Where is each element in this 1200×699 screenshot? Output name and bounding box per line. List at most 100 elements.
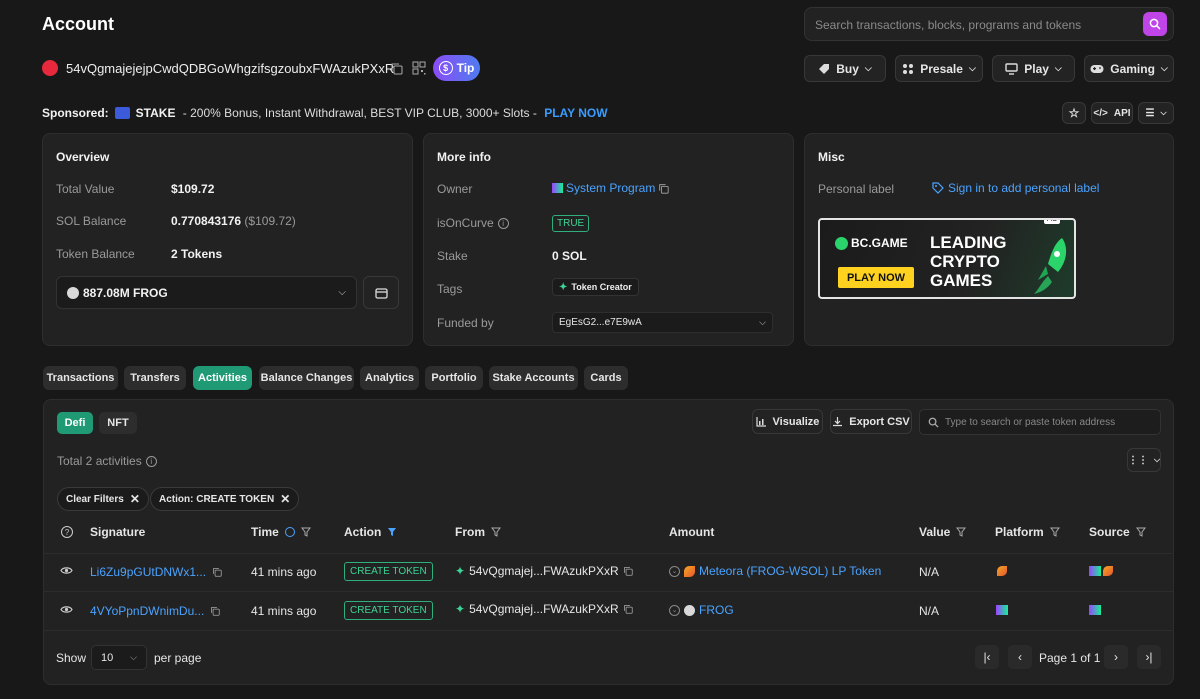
filter-icon[interactable] — [300, 527, 311, 537]
oncurve-chip: TRUE — [552, 215, 590, 232]
filter-icon[interactable] — [1135, 527, 1146, 537]
total-value-label: Total Value — [56, 182, 115, 196]
favorite-button[interactable]: ☆ — [1062, 102, 1086, 124]
more-info-title: More info — [437, 150, 491, 164]
copy-icon[interactable] — [210, 606, 220, 616]
bcgame-brand: BC.GAME — [851, 236, 908, 250]
copy-icon[interactable] — [212, 567, 222, 577]
buy-menu-button[interactable]: Buy ⌵ — [804, 55, 886, 82]
search-bar[interactable]: Search transactions, blocks, programs an… — [804, 7, 1174, 41]
stake-label: Stake — [437, 249, 468, 263]
action-filter-chip[interactable]: Action: CREATE TOKEN ✕ — [150, 487, 300, 511]
gaming-label: Gaming — [1110, 61, 1155, 76]
clear-filters-chip[interactable]: Clear Filters ✕ — [57, 487, 149, 511]
presale-menu-button[interactable]: Presale ⌵ — [895, 55, 983, 82]
from-address[interactable]: 54vQgmajej...FWAzukPXxR — [469, 564, 619, 578]
oncurve-label: isOnCurve i — [437, 216, 509, 230]
chevron-down-icon: ⌵ — [338, 287, 346, 298]
close-icon[interactable]: ✕ — [280, 492, 290, 506]
tab-activities[interactable]: Activities — [193, 366, 252, 390]
last-page-button[interactable]: ›| — [1137, 645, 1161, 669]
oncurve-label-text: isOnCurve — [437, 216, 494, 230]
copy-icon[interactable] — [390, 62, 403, 75]
filter-icon[interactable] — [491, 527, 501, 537]
tip-button[interactable]: $ Tip — [433, 55, 480, 81]
tab-stake-accounts[interactable]: Stake Accounts — [489, 366, 578, 390]
from-address[interactable]: 54vQgmajej...FWAzukPXxR — [469, 602, 619, 616]
funded-by-select[interactable]: EgEsG2...e7E9wA ⌵ — [552, 312, 773, 333]
star-icon: ☆ — [1068, 106, 1080, 120]
tab-portfolio[interactable]: Portfolio — [425, 366, 483, 390]
api-button[interactable]: </> API — [1091, 102, 1133, 124]
eye-icon[interactable] — [60, 566, 73, 575]
presale-label: Presale — [920, 61, 963, 76]
amount-token-link[interactable]: Meteora (FROG-WSOL) LP Token — [699, 564, 881, 578]
chevron-right-icon: › — [1114, 650, 1118, 664]
col-from-label: From — [455, 525, 485, 539]
frog-token-icon — [684, 604, 695, 616]
chevron-left-icon: ‹ — [1018, 650, 1022, 664]
tab-transfers[interactable]: Transfers — [124, 366, 186, 390]
oncurve-badge: TRUE — [552, 215, 590, 232]
export-csv-button[interactable]: Export CSV — [830, 409, 912, 434]
tag-icon — [819, 63, 830, 74]
search-button[interactable] — [1143, 12, 1167, 36]
token-creator-tag[interactable]: ✦ Token Creator — [552, 278, 639, 296]
sponsored-cta-link[interactable]: PLAY NOW — [544, 106, 607, 120]
total-value: $109.72 — [171, 182, 215, 196]
subtab-nft[interactable]: NFT — [99, 412, 137, 434]
filter-icon[interactable] — [956, 527, 967, 537]
filter-active-icon[interactable] — [387, 527, 397, 537]
grid-dots-icon: ⋮⋮ — [1127, 454, 1148, 466]
sol-balance: 0.770843176 ($109.72) — [171, 214, 296, 228]
token-search-input[interactable]: Type to search or paste token address — [919, 409, 1161, 435]
list-icon: ☰ — [1145, 107, 1155, 119]
gaming-menu-button[interactable]: Gaming ⌵ — [1084, 55, 1174, 82]
first-page-button[interactable]: |‹ — [975, 645, 999, 669]
stake-logo-icon — [114, 107, 130, 119]
eye-icon[interactable] — [60, 605, 73, 614]
next-page-button[interactable]: › — [1104, 645, 1128, 669]
qr-code-icon[interactable] — [412, 61, 426, 75]
col-action-label: Action — [344, 525, 382, 539]
tab-balance-changes[interactable]: Balance Changes — [259, 366, 354, 390]
tab-analytics[interactable]: Analytics — [360, 366, 419, 390]
token-select-value: 887.08M FROG — [83, 285, 168, 300]
sign-in-label-link[interactable]: Sign in to add personal label — [932, 181, 1099, 195]
ad-play-now-button[interactable]: PLAY NOW — [838, 267, 914, 288]
help-icon[interactable]: ? — [61, 526, 73, 538]
tab-cards[interactable]: Cards — [584, 366, 628, 390]
signature-link[interactable]: 4VYoPpnDWnimDu... — [90, 604, 204, 618]
col-time: Time — [251, 525, 311, 539]
clock-icon[interactable] — [284, 527, 295, 537]
ad-line-2: CRYPTO — [930, 252, 1000, 271]
copy-icon[interactable] — [623, 604, 633, 614]
tab-transactions[interactable]: Transactions — [43, 366, 118, 390]
prev-page-button[interactable]: ‹ — [1008, 645, 1032, 669]
play-menu-button[interactable]: Play ⌵ — [992, 55, 1075, 82]
misc-title: Misc — [818, 150, 845, 164]
solana-icon — [1089, 566, 1101, 576]
owner-link[interactable]: System Program — [566, 181, 655, 195]
signature-link[interactable]: Li6Zu9pGUtDNWx1... — [90, 565, 206, 579]
amount-token-link[interactable]: FROG — [699, 603, 734, 617]
visualize-button[interactable]: Visualize — [752, 409, 823, 434]
copy-icon[interactable] — [658, 183, 669, 194]
source-icons — [1089, 566, 1113, 576]
copy-icon[interactable] — [623, 566, 633, 576]
filter-icon[interactable] — [1049, 527, 1060, 537]
bcgame-ad-banner[interactable]: Ad BC.GAME PLAY NOW LEADING CRYPTO GAMES — [818, 218, 1076, 299]
from-cell: ✦ 54vQgmajej...FWAzukPXxR — [455, 564, 633, 578]
column-settings-button[interactable]: ⋮⋮ ⌵ — [1127, 448, 1161, 472]
more-options-button[interactable]: ☰ ⌵ — [1138, 102, 1174, 124]
close-icon[interactable]: ✕ — [130, 492, 140, 506]
search-input[interactable]: Search transactions, blocks, programs an… — [815, 18, 1081, 32]
page-size-select[interactable]: 10 ⌵ — [91, 645, 147, 670]
subtab-defi[interactable]: Defi — [57, 412, 93, 434]
solana-source-icon — [1089, 605, 1101, 615]
gamepad-icon — [1090, 64, 1104, 73]
token-select[interactable]: 887.08M FROG ⌵ — [56, 276, 357, 309]
col-value: Value — [919, 525, 967, 539]
dots-icon — [903, 63, 914, 74]
wallet-view-button[interactable] — [363, 276, 399, 309]
